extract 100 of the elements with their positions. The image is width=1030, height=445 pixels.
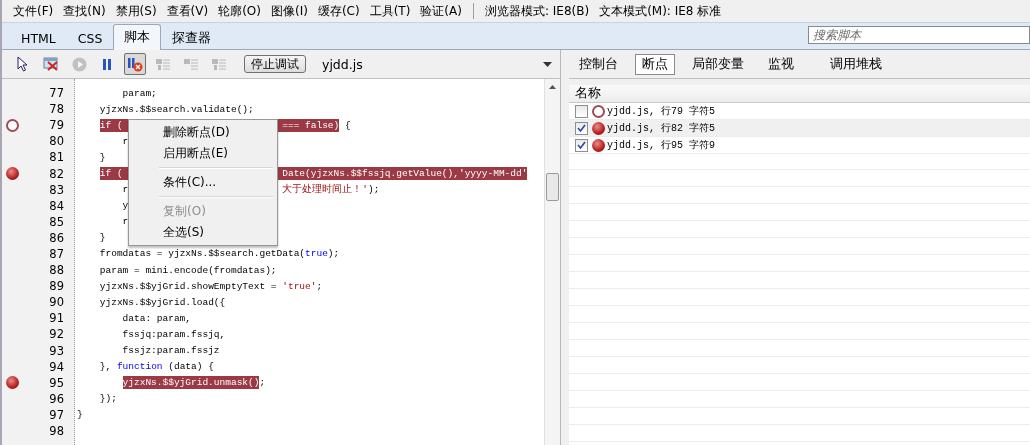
mode-menu-item[interactable]: 浏览器模式: IE8(B) <box>479 2 595 20</box>
breakpoint-row[interactable]: yjdd.js, 行79 字符5 <box>569 103 1030 120</box>
code-text: }); <box>99 392 117 406</box>
context-menu-item[interactable]: 启用断点(E) <box>131 143 275 164</box>
menu-item[interactable]: 文件(F) <box>8 2 59 20</box>
breakpoint-icon[interactable] <box>6 376 19 390</box>
breakpoint-location: yjdd.js, 行82 字符5 <box>607 121 715 135</box>
menu-item[interactable]: 缓存(C) <box>312 2 365 20</box>
line-number: 78 <box>49 102 64 117</box>
scroll-up-icon <box>549 85 556 89</box>
pause-error-icon <box>127 56 143 72</box>
code-text: yjzxNs.$$yjGrid.load({ <box>99 295 226 309</box>
search-field[interactable]: 搜索脚本 <box>808 26 1030 44</box>
line-number: 98 <box>49 424 64 438</box>
panel-tab[interactable]: 控制台 <box>572 53 625 75</box>
code-text: ); <box>367 183 380 197</box>
breakpoint-location: yjdd.js, 行95 字符9 <box>607 138 715 152</box>
code-text: y <box>122 199 129 213</box>
checkbox[interactable] <box>575 121 588 135</box>
checkbox[interactable] <box>575 104 588 118</box>
line-number: 84 <box>49 198 64 213</box>
line-number: 77 <box>49 86 64 101</box>
menu-item[interactable]: 查找(N) <box>58 2 111 20</box>
line-number: 80 <box>49 134 64 149</box>
code-text: fssjz:param.fssjz <box>122 344 220 358</box>
code-text: r <box>122 215 129 229</box>
code-text: param = mini.encode(fromdatas); <box>99 263 277 277</box>
menu-item[interactable]: 图像(I) <box>266 2 313 20</box>
code-text: }, <box>99 360 113 374</box>
code-text: fssjq:param.fssjq, <box>122 327 226 341</box>
code-text: fromdatas = yjzxNs.$$search.getData( <box>99 247 306 261</box>
clear-window-icon <box>43 57 59 71</box>
code-text: } <box>77 408 83 422</box>
code-text: (data) { <box>168 360 214 374</box>
highlighted-code: yjzxNs.$$yjGrid.unmask() <box>122 376 260 390</box>
code-text: ; <box>259 376 266 390</box>
menu-item[interactable]: 查看(V) <box>161 2 214 20</box>
panel-tab[interactable]: 局部变量 <box>685 53 751 75</box>
breakpoint-icon[interactable] <box>6 167 19 180</box>
line-number: 95 <box>49 375 64 390</box>
menu-item[interactable]: 轮廓(O) <box>213 2 266 20</box>
code-text: r <box>122 183 130 197</box>
code-text: yjzxNs.$$search.validate(); <box>99 102 254 116</box>
tab[interactable]: HTML <box>10 26 67 49</box>
line-number: 90 <box>49 295 64 310</box>
step-icon <box>183 57 199 71</box>
line-number: 81 <box>49 150 64 165</box>
toolbar-button[interactable] <box>124 53 146 75</box>
code-text: { <box>344 118 351 132</box>
script-dropdown[interactable]: yjdd.js <box>312 54 560 74</box>
line-number: 85 <box>49 214 64 229</box>
checkbox[interactable] <box>575 138 588 152</box>
tab[interactable]: 探查器 <box>161 26 223 49</box>
code-text: } <box>99 231 106 245</box>
tab[interactable]: 脚本 <box>113 24 162 50</box>
mode-menu-item[interactable]: 文本模式(M): IE8 标准 <box>594 2 727 20</box>
line-number: 87 <box>49 247 64 261</box>
breakpoint-row[interactable]: yjdd.js, 行95 字符9 <box>569 137 1030 154</box>
panel-tab[interactable]: 调用堆栈 <box>823 53 889 75</box>
line-number: 79 <box>49 118 64 133</box>
line-number: 93 <box>49 343 64 358</box>
column-header[interactable]: 名称 <box>569 85 1030 103</box>
line-number: 94 <box>49 359 64 374</box>
line-number: 97 <box>49 407 64 422</box>
scrollbar[interactable] <box>544 79 560 445</box>
step-icon <box>211 57 227 71</box>
code-text: 'true' <box>282 279 317 293</box>
code-text: function <box>116 360 163 374</box>
breakpoint-icon[interactable] <box>6 118 19 132</box>
menu-item[interactable]: 验证(A) <box>415 2 467 20</box>
line-number: 83 <box>49 182 64 197</box>
context-menu-item[interactable]: 全选(S) <box>131 222 275 243</box>
scroll-thumb[interactable] <box>546 173 559 201</box>
menu-item[interactable]: 禁用(S) <box>110 2 162 20</box>
code-text: } <box>99 150 106 164</box>
line-number: 92 <box>49 327 64 342</box>
tab[interactable]: CSS <box>66 26 114 49</box>
code-text: param; <box>122 86 157 100</box>
panel-tab[interactable]: 监视 <box>761 53 801 75</box>
stop-debugging-button[interactable]: 停止调试 <box>244 55 306 73</box>
line-number: 89 <box>49 279 64 294</box>
code-text: 大于处理时间止！' <box>282 182 368 198</box>
line-number: 88 <box>49 263 64 278</box>
menu-item[interactable]: 工具(T) <box>364 2 416 20</box>
play-icon <box>71 56 87 72</box>
code-text: yjzxNs.$$yjGrid.showEmptyText = <box>99 279 278 293</box>
line-number: 86 <box>49 230 64 245</box>
panel-tab[interactable]: 断点 <box>635 53 675 75</box>
breakpoint-location: yjdd.js, 行79 字符5 <box>607 104 715 118</box>
breakpoint-row[interactable]: yjdd.js, 行82 字符5 <box>569 120 1030 137</box>
pointer-icon <box>17 56 29 72</box>
code-text: data: param, <box>122 311 192 325</box>
line-number: 91 <box>49 311 64 326</box>
code-text: ); <box>327 247 340 261</box>
code-text: true <box>305 247 328 261</box>
step-icon <box>155 57 171 71</box>
code-text: ; <box>316 279 323 293</box>
line-number: 82 <box>49 166 64 181</box>
pause-icon <box>103 58 111 70</box>
line-number: 96 <box>49 391 64 406</box>
